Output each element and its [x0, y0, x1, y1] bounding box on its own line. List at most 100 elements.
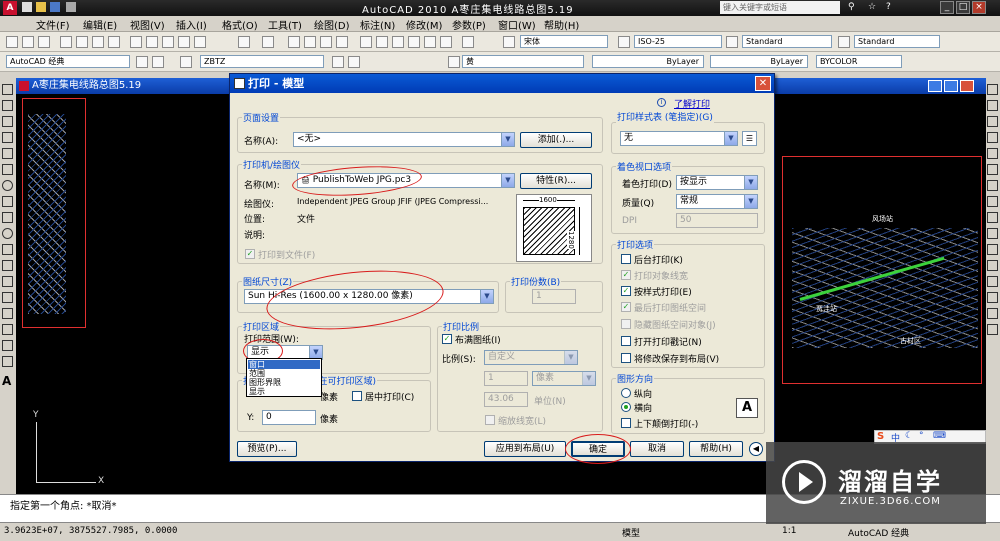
preview-button[interactable]: 预览(P)... — [237, 441, 297, 457]
text-style-combo[interactable]: 宋体 — [520, 35, 608, 48]
scale-icon[interactable] — [987, 196, 998, 207]
lineweight-combo[interactable]: ByLayer — [710, 55, 808, 68]
move-icon[interactable] — [987, 164, 998, 175]
zoom-realtime-icon[interactable] — [304, 36, 316, 48]
range-option-display[interactable]: 显示 — [248, 387, 320, 396]
block-editor-icon[interactable] — [194, 36, 206, 48]
publish-icon[interactable] — [92, 36, 104, 48]
qnew-icon[interactable] — [6, 36, 18, 48]
mleader-style-combo[interactable]: Standard — [854, 35, 940, 48]
polyline-icon[interactable] — [2, 116, 13, 127]
collapse-arrow-icon[interactable]: ◀ — [749, 442, 763, 456]
open-icon[interactable] — [36, 2, 46, 12]
plot-with-styles-checkbox[interactable]: ✓ — [621, 286, 631, 296]
star-icon[interactable]: ☆ — [868, 2, 876, 12]
plot-icon[interactable] — [66, 2, 76, 12]
save-icon[interactable] — [50, 2, 60, 12]
fillet-icon[interactable] — [987, 308, 998, 319]
multiline-text-icon[interactable]: A — [2, 374, 11, 388]
cut-icon[interactable] — [130, 36, 142, 48]
menu-file[interactable]: 文件(F) — [36, 17, 70, 32]
workspace-switch[interactable]: AutoCAD 经典 — [848, 526, 909, 539]
portrait-radio[interactable] — [621, 388, 631, 398]
help-button[interactable]: 帮助(H) — [689, 441, 743, 457]
layer-combo[interactable]: ZBTZ — [200, 55, 324, 68]
dim-style-icon[interactable] — [618, 36, 630, 48]
ime-logo-icon[interactable]: S — [877, 431, 884, 442]
explode-icon[interactable] — [987, 324, 998, 335]
learn-plot-link[interactable]: 了解打印 — [674, 97, 710, 110]
color-icon[interactable] — [448, 56, 460, 68]
menu-edit[interactable]: 编辑(E) — [83, 17, 117, 32]
menu-modify[interactable]: 修改(M) — [406, 17, 442, 32]
dpi-input[interactable]: 50 — [676, 213, 758, 228]
markup-icon[interactable] — [424, 36, 436, 48]
preview-icon[interactable] — [76, 36, 88, 48]
add-page-setup-button[interactable]: 添加(.)... — [520, 132, 592, 148]
landscape-radio[interactable] — [621, 402, 631, 412]
layer-previous-icon[interactable] — [348, 56, 360, 68]
sheet-set-icon[interactable] — [408, 36, 420, 48]
offset-y-input[interactable]: 0 — [262, 410, 316, 425]
region-icon[interactable] — [2, 340, 13, 351]
drawing-minimize-button[interactable] — [928, 80, 942, 92]
tool-palettes-icon[interactable] — [392, 36, 404, 48]
color-combo[interactable]: 黄 — [462, 55, 584, 68]
erase-icon[interactable] — [987, 84, 998, 95]
ellipse-arc-icon[interactable] — [2, 244, 13, 255]
polygon-icon[interactable] — [2, 132, 13, 143]
model-space-toggle[interactable]: 模型 — [622, 526, 640, 539]
ime-moon-icon[interactable]: ☾ — [905, 431, 913, 441]
minimize-button[interactable]: _ — [940, 1, 954, 14]
workspace-settings-icon[interactable] — [136, 56, 148, 68]
menu-insert[interactable]: 插入(I) — [176, 17, 207, 32]
properties-icon[interactable] — [360, 36, 372, 48]
hide-paperspace-checkbox[interactable] — [621, 319, 631, 329]
break-icon[interactable] — [987, 260, 998, 271]
quality-select[interactable]: 常规 ▼ — [676, 194, 758, 209]
mleader-style-icon[interactable] — [838, 36, 850, 48]
background-plot-checkbox[interactable] — [621, 254, 631, 264]
scale-unit-1-select[interactable]: 像素 ▼ — [532, 371, 596, 386]
close-button[interactable]: × — [972, 1, 986, 14]
array-icon[interactable] — [987, 148, 998, 159]
menu-dimension[interactable]: 标注(N) — [360, 17, 395, 32]
line-icon[interactable] — [2, 84, 13, 95]
range-option-window[interactable]: 窗口 — [248, 360, 320, 369]
circle-icon[interactable] — [2, 180, 13, 191]
save-to-layout-checkbox[interactable] — [621, 353, 631, 363]
scale-value-1-input[interactable]: 1 — [484, 371, 528, 386]
3dprint-icon[interactable] — [108, 36, 120, 48]
save-icon[interactable] — [38, 36, 50, 48]
redo-icon[interactable] — [262, 36, 274, 48]
trim-icon[interactable] — [987, 228, 998, 239]
object-lineweights-checkbox[interactable]: ✓ — [621, 270, 631, 280]
construction-line-icon[interactable] — [2, 100, 13, 111]
menu-draw[interactable]: 绘图(D) — [314, 17, 350, 32]
maximize-button[interactable]: □ — [956, 1, 970, 14]
help-icon[interactable]: ? — [886, 2, 891, 12]
dim-style-combo[interactable]: ISO-25 — [634, 35, 722, 48]
apply-to-layout-button[interactable]: 应用到布局(U) — [484, 441, 566, 457]
plot-stamp-checkbox[interactable] — [621, 336, 631, 346]
autocad-logo-icon[interactable]: A — [3, 1, 17, 15]
annotation-scale[interactable]: 1:1 — [782, 526, 796, 536]
stretch-icon[interactable] — [987, 212, 998, 223]
match-properties-icon[interactable] — [178, 36, 190, 48]
menu-help[interactable]: 帮助(H) — [544, 17, 579, 32]
ellipse-icon[interactable] — [2, 228, 13, 239]
plot-to-file-checkbox[interactable]: ✓ — [245, 249, 255, 259]
pan-icon[interactable] — [288, 36, 300, 48]
plot-dialog-close-button[interactable]: ✕ — [755, 76, 771, 91]
drawing-close-button[interactable] — [960, 80, 974, 92]
table-style-combo[interactable]: Standard — [742, 35, 832, 48]
join-icon[interactable] — [987, 276, 998, 287]
workspace-lock-icon[interactable] — [152, 56, 164, 68]
insert-block-icon[interactable] — [2, 260, 13, 271]
offset-icon[interactable] — [987, 132, 998, 143]
print-icon[interactable] — [60, 36, 72, 48]
spline-icon[interactable] — [2, 212, 13, 223]
layer-properties-icon[interactable] — [180, 56, 192, 68]
printer-properties-button[interactable]: 特性(R)... — [520, 173, 592, 189]
scale-value-2-input[interactable]: 43.06 — [484, 392, 528, 407]
